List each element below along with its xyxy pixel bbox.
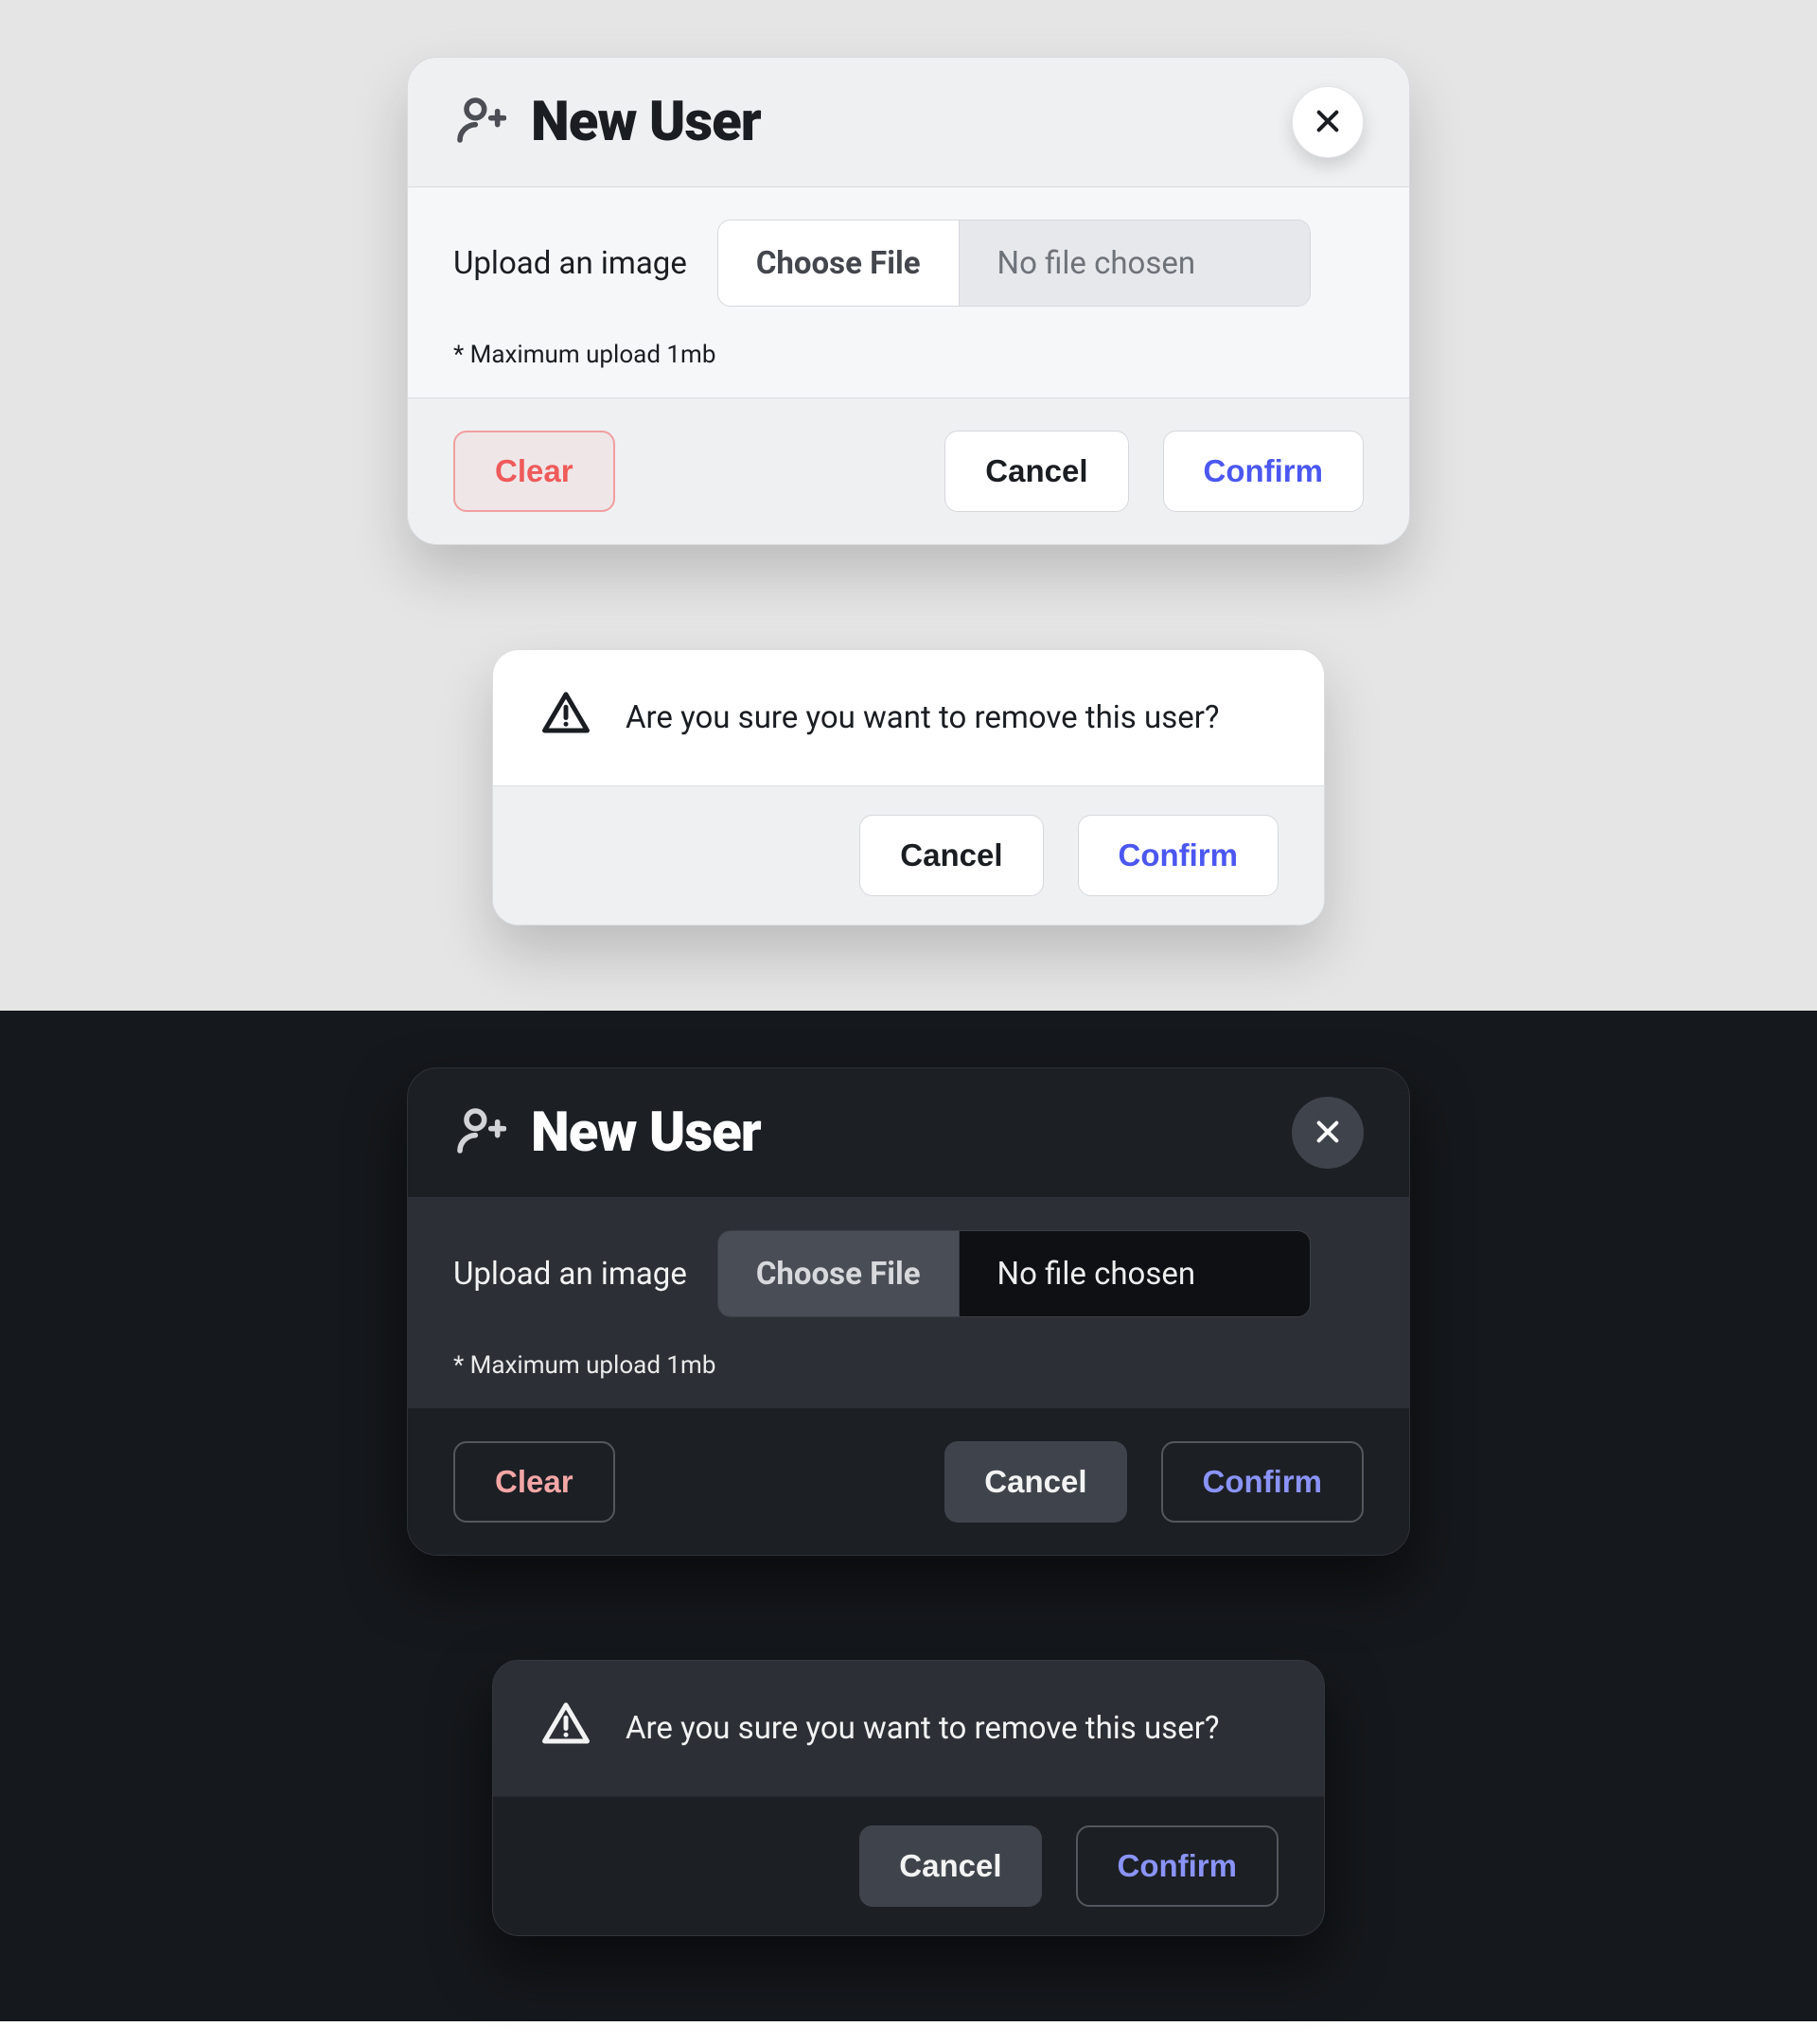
alert-message: Are you sure you want to remove this use… bbox=[626, 699, 1220, 736]
alert-footer: Cancel Confirm bbox=[493, 786, 1324, 925]
cancel-button[interactable]: Cancel bbox=[944, 1441, 1126, 1523]
choose-file-button[interactable]: Choose File bbox=[718, 220, 960, 306]
alert-confirm-button[interactable]: Confirm bbox=[1076, 1825, 1279, 1907]
close-button[interactable] bbox=[1292, 86, 1364, 158]
dialog-header: New User bbox=[408, 58, 1409, 187]
upload-label: Upload an image bbox=[453, 245, 687, 282]
alert-cancel-button[interactable]: Cancel bbox=[859, 1825, 1041, 1907]
choose-file-button[interactable]: Choose File bbox=[718, 1231, 960, 1316]
upload-helper-text: * Maximum upload 1mb bbox=[453, 1351, 1364, 1380]
upload-row: Upload an image Choose File No file chos… bbox=[453, 220, 1364, 307]
dialog-body: Upload an image Choose File No file chos… bbox=[408, 187, 1409, 398]
confirm-button[interactable]: Confirm bbox=[1163, 431, 1365, 512]
user-add-icon bbox=[453, 1104, 506, 1161]
warning-icon bbox=[540, 688, 591, 748]
dialog-body: Upload an image Choose File No file chos… bbox=[408, 1198, 1409, 1409]
dialog-header: New User bbox=[408, 1068, 1409, 1198]
footer-right-group: Cancel Confirm bbox=[944, 1441, 1364, 1523]
upload-label: Upload an image bbox=[453, 1256, 687, 1293]
alert-message: Are you sure you want to remove this use… bbox=[626, 1710, 1220, 1747]
file-input: Choose File No file chosen bbox=[717, 1230, 1311, 1317]
clear-button[interactable]: Clear bbox=[453, 431, 615, 512]
warning-icon bbox=[540, 1699, 591, 1758]
dialog-title: New User bbox=[531, 1101, 761, 1165]
upload-helper-text: * Maximum upload 1mb bbox=[453, 341, 1364, 369]
remove-user-alert: Are you sure you want to remove this use… bbox=[492, 649, 1325, 925]
close-icon bbox=[1313, 106, 1343, 139]
remove-user-alert-dark: Are you sure you want to remove this use… bbox=[492, 1660, 1325, 1936]
footer-right-group: Cancel Confirm bbox=[944, 431, 1364, 512]
header-left: New User bbox=[453, 90, 761, 154]
close-button[interactable] bbox=[1292, 1097, 1364, 1169]
file-status: No file chosen bbox=[960, 220, 1310, 306]
dialog-footer: Clear Cancel Confirm bbox=[408, 1409, 1409, 1555]
file-input: Choose File No file chosen bbox=[717, 220, 1311, 307]
dark-section: New User Upload an image Choose File No … bbox=[0, 1011, 1817, 2021]
alert-confirm-button[interactable]: Confirm bbox=[1078, 815, 1279, 896]
new-user-dialog-dark: New User Upload an image Choose File No … bbox=[407, 1067, 1410, 1556]
dialog-title: New User bbox=[531, 90, 761, 154]
alert-cancel-button[interactable]: Cancel bbox=[859, 815, 1043, 896]
file-status: No file chosen bbox=[960, 1231, 1310, 1316]
alert-footer: Cancel Confirm bbox=[493, 1797, 1324, 1935]
close-icon bbox=[1313, 1117, 1343, 1150]
new-user-dialog: New User Upload an image Choose File No … bbox=[407, 57, 1410, 545]
header-left: New User bbox=[453, 1101, 761, 1165]
cancel-button[interactable]: Cancel bbox=[944, 431, 1128, 512]
user-add-icon bbox=[453, 94, 506, 150]
clear-button[interactable]: Clear bbox=[453, 1441, 615, 1523]
upload-row: Upload an image Choose File No file chos… bbox=[453, 1230, 1364, 1317]
dialog-footer: Clear Cancel Confirm bbox=[408, 398, 1409, 544]
alert-body: Are you sure you want to remove this use… bbox=[493, 1661, 1324, 1797]
confirm-button[interactable]: Confirm bbox=[1161, 1441, 1365, 1523]
alert-body: Are you sure you want to remove this use… bbox=[493, 650, 1324, 786]
light-section: New User Upload an image Choose File No … bbox=[0, 0, 1817, 1011]
